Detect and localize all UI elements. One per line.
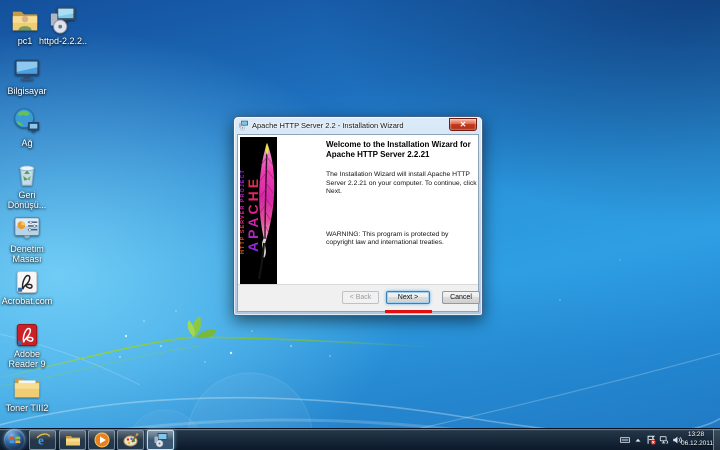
wizard-client-area: HTTP SERVER PROJECT APACHE [237,134,479,312]
msi-installer-icon [48,5,78,35]
taskbar-windows-explorer[interactable] [59,430,86,450]
taskbar-media-player[interactable] [88,430,115,450]
wizard-warning-text: WARNING: This program is protected by co… [326,231,476,248]
folder-icon [12,372,42,402]
desktop-icon-label: Ağ [0,138,54,148]
desktop-icon-httpd-installer[interactable]: httpd-2.2.2.. [36,5,90,46]
next-button[interactable]: Next > [386,291,430,304]
media-player-icon [94,432,110,448]
desktop-icon-label: Geri Dönüşü... [0,190,54,210]
desktop-icon-toner-folder[interactable]: Toner TIII2 [0,372,54,413]
control-panel-icon [12,213,42,243]
taskbar: e [0,428,720,450]
taskbar-clock[interactable]: 13:28 06.12.2011 [681,430,711,448]
desktop-icon-network[interactable]: Ağ [0,107,54,148]
start-button[interactable] [4,429,25,450]
taskbar-paint[interactable] [117,430,144,450]
desktop-icon-computer[interactable]: Bilgisayar [0,55,54,96]
network-globe-icon [12,107,42,137]
taskbar-internet-explorer[interactable]: e [29,430,56,450]
taskbar-installer-active[interactable] [147,430,174,450]
windows-logo-icon [9,434,21,446]
window-title: Apache HTTP Server 2.2 - Installation Wi… [252,121,404,130]
system-tray [620,429,682,450]
desktop-icon-label: httpd-2.2.2.. [36,36,90,46]
desktop-icon-label: Toner TIII2 [0,403,54,413]
desktop-icon-label: Bilgisayar [0,86,54,96]
apache-banner: HTTP SERVER PROJECT APACHE [240,137,277,287]
desktop-icon-label: Adobe Reader 9 [0,349,54,369]
window-titlebar[interactable]: Apache HTTP Server 2.2 - Installation Wi… [234,117,482,134]
clock-time: 13:28 [681,430,711,439]
adobe-reader-icon [14,322,40,348]
installer-window: Apache HTTP Server 2.2 - Installation Wi… [233,116,483,316]
recycle-bin-icon [12,159,42,189]
clock-date: 06.12.2011 [681,439,711,448]
wizard-heading: Welcome to the Installation Wizard for A… [326,140,472,159]
show-desktop-button[interactable] [713,429,720,450]
wizard-button-strip: < Back Next > Cancel [238,284,478,311]
msi-installer-icon [153,432,169,448]
close-button[interactable]: ✕ [449,118,477,131]
desktop-icon-label: Denetim Masası [0,244,54,264]
acrobat-icon [14,269,40,295]
network-tray-icon[interactable] [659,435,669,445]
desktop-icon-adobe-reader[interactable]: Adobe Reader 9 [0,322,54,369]
next-button-annotation [385,310,432,313]
cancel-button[interactable]: Cancel [442,291,480,304]
wizard-text-area: Welcome to the Installation Wizard for A… [326,135,472,248]
show-hidden-icons-arrow[interactable] [633,435,643,445]
paint-icon [123,432,139,448]
keyboard-tray-icon[interactable] [620,435,630,445]
wizard-body-text: The Installation Wizard will install Apa… [326,171,482,197]
computer-icon [12,55,42,85]
internet-explorer-icon: e [35,432,51,448]
back-button[interactable]: < Back [342,291,379,304]
desktop-icon-label: Acrobat.com [0,296,54,306]
screen: pc1 httpd-2.2.2.. Bilgisayar [0,0,720,450]
desktop-icon-recycle-bin[interactable]: Geri Dönüşü... [0,159,54,210]
desktop-icon-control-panel[interactable]: Denetim Masası [0,213,54,264]
action-center-flag-icon[interactable] [646,435,656,445]
desktop-icon-acrobat-com[interactable]: Acrobat.com [0,269,54,306]
msi-window-icon [238,120,249,131]
apache-feather-icon [253,139,277,285]
folder-icon [65,432,81,448]
